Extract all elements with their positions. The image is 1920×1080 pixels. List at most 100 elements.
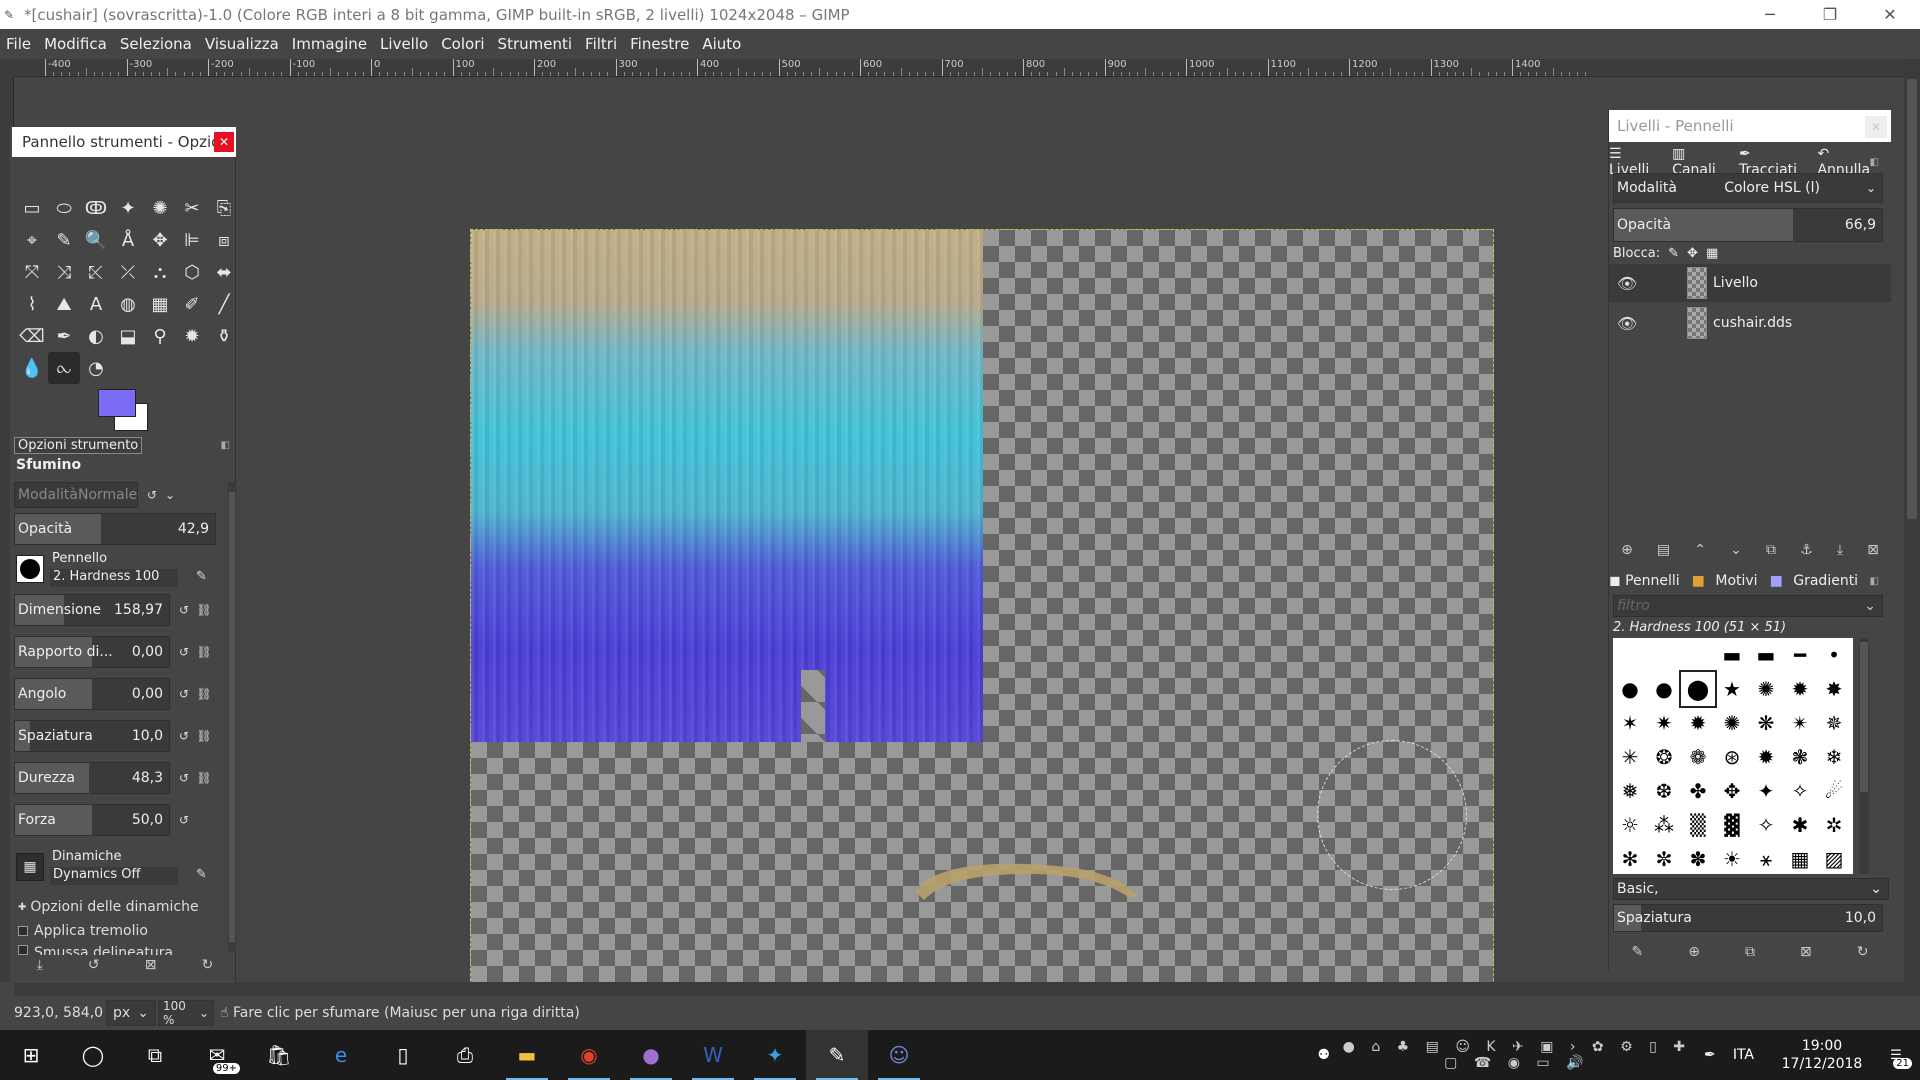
tool-icon[interactable]: ⧜ bbox=[48, 352, 80, 384]
dynamics-options-expander[interactable]: ✚ Opzioni delle dinamiche bbox=[18, 899, 199, 915]
spacing-link-icon[interactable]: ⛓ bbox=[196, 728, 212, 744]
brush-thumbnail[interactable]: ▓ bbox=[1715, 808, 1749, 842]
menu-colori[interactable]: Colori bbox=[441, 35, 484, 53]
minimize-button[interactable]: ─ bbox=[1740, 0, 1800, 29]
brush-grid-scrollbar[interactable] bbox=[1859, 638, 1869, 874]
brush-thumbnail[interactable]: ● bbox=[1647, 672, 1681, 706]
brush-thumbnail[interactable] bbox=[1647, 638, 1681, 672]
menu-aiuto[interactable]: Aiuto bbox=[702, 35, 741, 53]
brush-thumbnail[interactable]: ❋ bbox=[1749, 706, 1783, 740]
tab-gradienti[interactable]: ■ Gradienti bbox=[1770, 573, 1865, 589]
task-view-icon[interactable]: ⧉ bbox=[124, 1030, 186, 1080]
mode-chevron-icon[interactable]: ⌄ bbox=[162, 487, 178, 503]
duplicate-brush-icon[interactable]: ⧉ bbox=[1745, 944, 1755, 966]
brush-preview-icon[interactable] bbox=[16, 555, 44, 583]
brush-thumbnail[interactable]: ☄ bbox=[1817, 774, 1851, 808]
layer-row[interactable]: 👁 Livello bbox=[1609, 264, 1891, 302]
size-reset-icon[interactable]: ↺ bbox=[176, 602, 192, 618]
menu-filtri[interactable]: Filtri bbox=[585, 35, 617, 53]
menu-visualizza[interactable]: Visualizza bbox=[205, 35, 279, 53]
edit-brush-icon[interactable]: ✎ bbox=[1632, 944, 1644, 966]
store-icon[interactable]: 🛍 bbox=[248, 1030, 310, 1080]
app-icon[interactable]: ⎙ bbox=[434, 1030, 496, 1080]
brush-thumbnail[interactable]: ✳ bbox=[1613, 740, 1647, 774]
tool-icon[interactable]: ⌇ bbox=[16, 288, 48, 320]
menu-immagine[interactable]: Immagine bbox=[292, 35, 367, 53]
tool-icon[interactable]: ✦ bbox=[112, 192, 144, 224]
new-brush-icon[interactable]: ⊕ bbox=[1688, 944, 1700, 966]
mode-reset-icon[interactable]: ↺ bbox=[144, 487, 160, 503]
file-explorer-icon[interactable]: ▬ bbox=[496, 1030, 558, 1080]
discord-icon[interactable]: ☺ bbox=[868, 1030, 930, 1080]
lock-alpha-icon[interactable]: ▦ bbox=[1706, 246, 1718, 261]
dynamics-selector[interactable]: ▦ Dinamiche Dynamics Off ✎ bbox=[14, 849, 214, 887]
word-icon[interactable]: W bbox=[682, 1030, 744, 1080]
tray-app-icons[interactable]: ● ⌂ ♣ ▤ ☺ K ✈ ▣ › ✿ ⚙ ▯ ✚ ▢ ☎ ◉ ▭ 🔊 bbox=[1337, 1039, 1697, 1071]
brush-thumbnail[interactable]: ✺ bbox=[1715, 706, 1749, 740]
tool-icon[interactable]: ⬓ bbox=[112, 320, 144, 352]
brush-thumbnail[interactable]: ✤ bbox=[1681, 774, 1715, 808]
layer-mode-select[interactable]: Modalità Colore HSL (l) ⌄ bbox=[1613, 173, 1883, 203]
toolbox-close-button[interactable]: ✕ bbox=[214, 132, 234, 152]
brush-thumbnail[interactable]: ⊛ bbox=[1715, 740, 1749, 774]
brush-thumbnail[interactable]: ✧ bbox=[1783, 774, 1817, 808]
tool-icon[interactable]: ◔ bbox=[80, 352, 112, 384]
tool-icon[interactable]: ✒ bbox=[48, 320, 80, 352]
tool-icon[interactable]: Å bbox=[112, 224, 144, 256]
fg-bg-colors[interactable] bbox=[98, 389, 158, 439]
brush-thumbnail[interactable]: • bbox=[1817, 638, 1851, 672]
brush-thumbnail[interactable]: ✹ bbox=[1783, 672, 1817, 706]
menu-modifica[interactable]: Modifica bbox=[44, 35, 107, 53]
menu-strumenti[interactable]: Strumenti bbox=[498, 35, 572, 53]
lower-layer-icon[interactable]: ⌄ bbox=[1730, 542, 1742, 564]
language-indicator[interactable]: ITA bbox=[1733, 1047, 1754, 1063]
refresh-brushes-icon[interactable]: ↻ bbox=[1857, 944, 1869, 966]
brush-thumbnail[interactable]: ✻ bbox=[1613, 842, 1647, 876]
size-link-icon[interactable]: ⛓ bbox=[196, 602, 212, 618]
tool-icon[interactable]: ⛰ bbox=[48, 288, 80, 320]
tool-icon[interactable]: ⚲ bbox=[144, 320, 176, 352]
tool-icon[interactable]: ▭ bbox=[16, 192, 48, 224]
brush-thumbnail[interactable]: ❃ bbox=[1783, 740, 1817, 774]
layers-tab-config-icon[interactable]: ◧ bbox=[1870, 157, 1879, 168]
brushes-tab-config-icon[interactable]: ◧ bbox=[1870, 576, 1879, 587]
tab-config-icon[interactable]: ◧ bbox=[221, 440, 230, 451]
delete-layer-icon[interactable]: ⊠ bbox=[1867, 542, 1879, 564]
tool-icon[interactable]: ✥ bbox=[144, 224, 176, 256]
layer-mode-chevron-icon[interactable]: ⌄ bbox=[1866, 181, 1876, 195]
spacing-reset-icon[interactable]: ↺ bbox=[176, 728, 192, 744]
restore-options-icon[interactable]: ↺ bbox=[88, 957, 100, 979]
tool-icon[interactable]: ⤫ bbox=[112, 256, 144, 288]
tool-icon[interactable]: ▦ bbox=[144, 288, 176, 320]
vertical-scrollbar[interactable] bbox=[1904, 59, 1920, 996]
start-button[interactable]: ⊞ bbox=[0, 1030, 62, 1080]
angle-link-icon[interactable]: ⛓ bbox=[196, 686, 212, 702]
brush-thumbnail[interactable]: ✽ bbox=[1681, 842, 1715, 876]
visibility-eye-icon[interactable]: 👁 bbox=[1617, 274, 1639, 293]
chrome-icon[interactable]: ◉ bbox=[558, 1030, 620, 1080]
tool-icon[interactable]: ⬌ bbox=[208, 256, 240, 288]
angle-slider[interactable]: Angolo 0,00 bbox=[14, 678, 170, 710]
force-slider[interactable]: Forza 50,0 bbox=[14, 804, 170, 836]
brush-thumbnail[interactable]: ▬ bbox=[1715, 638, 1749, 672]
close-window-button[interactable]: ✕ bbox=[1860, 0, 1920, 29]
brush-name-field[interactable]: 2. Hardness 100 bbox=[50, 569, 178, 587]
size-slider[interactable]: Dimensione 158,97 bbox=[14, 594, 170, 626]
brush-selector[interactable]: Pennello 2. Hardness 100 ✎ bbox=[14, 551, 214, 589]
tool-icon[interactable]: ╱ bbox=[208, 288, 240, 320]
opacity-slider[interactable]: Opacità 42,9 bbox=[14, 513, 216, 545]
brush-thumbnail[interactable]: ✹ bbox=[1749, 740, 1783, 774]
tab-pennelli[interactable]: ◼ Pennelli bbox=[1609, 573, 1686, 589]
brush-thumbnail[interactable]: ▦ bbox=[1783, 842, 1817, 876]
clock[interactable]: 19:00 17/12/2018 bbox=[1772, 1037, 1872, 1073]
brush-thumbnail[interactable]: ❆ bbox=[1647, 774, 1681, 808]
brush-thumbnail[interactable]: ✵ bbox=[1817, 706, 1851, 740]
brush-thumbnail[interactable]: ✥ bbox=[1715, 774, 1749, 808]
brush-tag-select[interactable]: Basic, ⌄ bbox=[1613, 878, 1889, 900]
tool-icon[interactable]: ↂ bbox=[80, 192, 112, 224]
brush-thumbnail[interactable]: ☀ bbox=[1715, 842, 1749, 876]
brush-edit-icon[interactable]: ✎ bbox=[196, 569, 207, 584]
save-options-icon[interactable]: ⤓ bbox=[37, 957, 43, 979]
brush-thumbnail[interactable]: ★ bbox=[1715, 672, 1749, 706]
brush-thumbnail[interactable]: ❁ bbox=[1681, 740, 1715, 774]
